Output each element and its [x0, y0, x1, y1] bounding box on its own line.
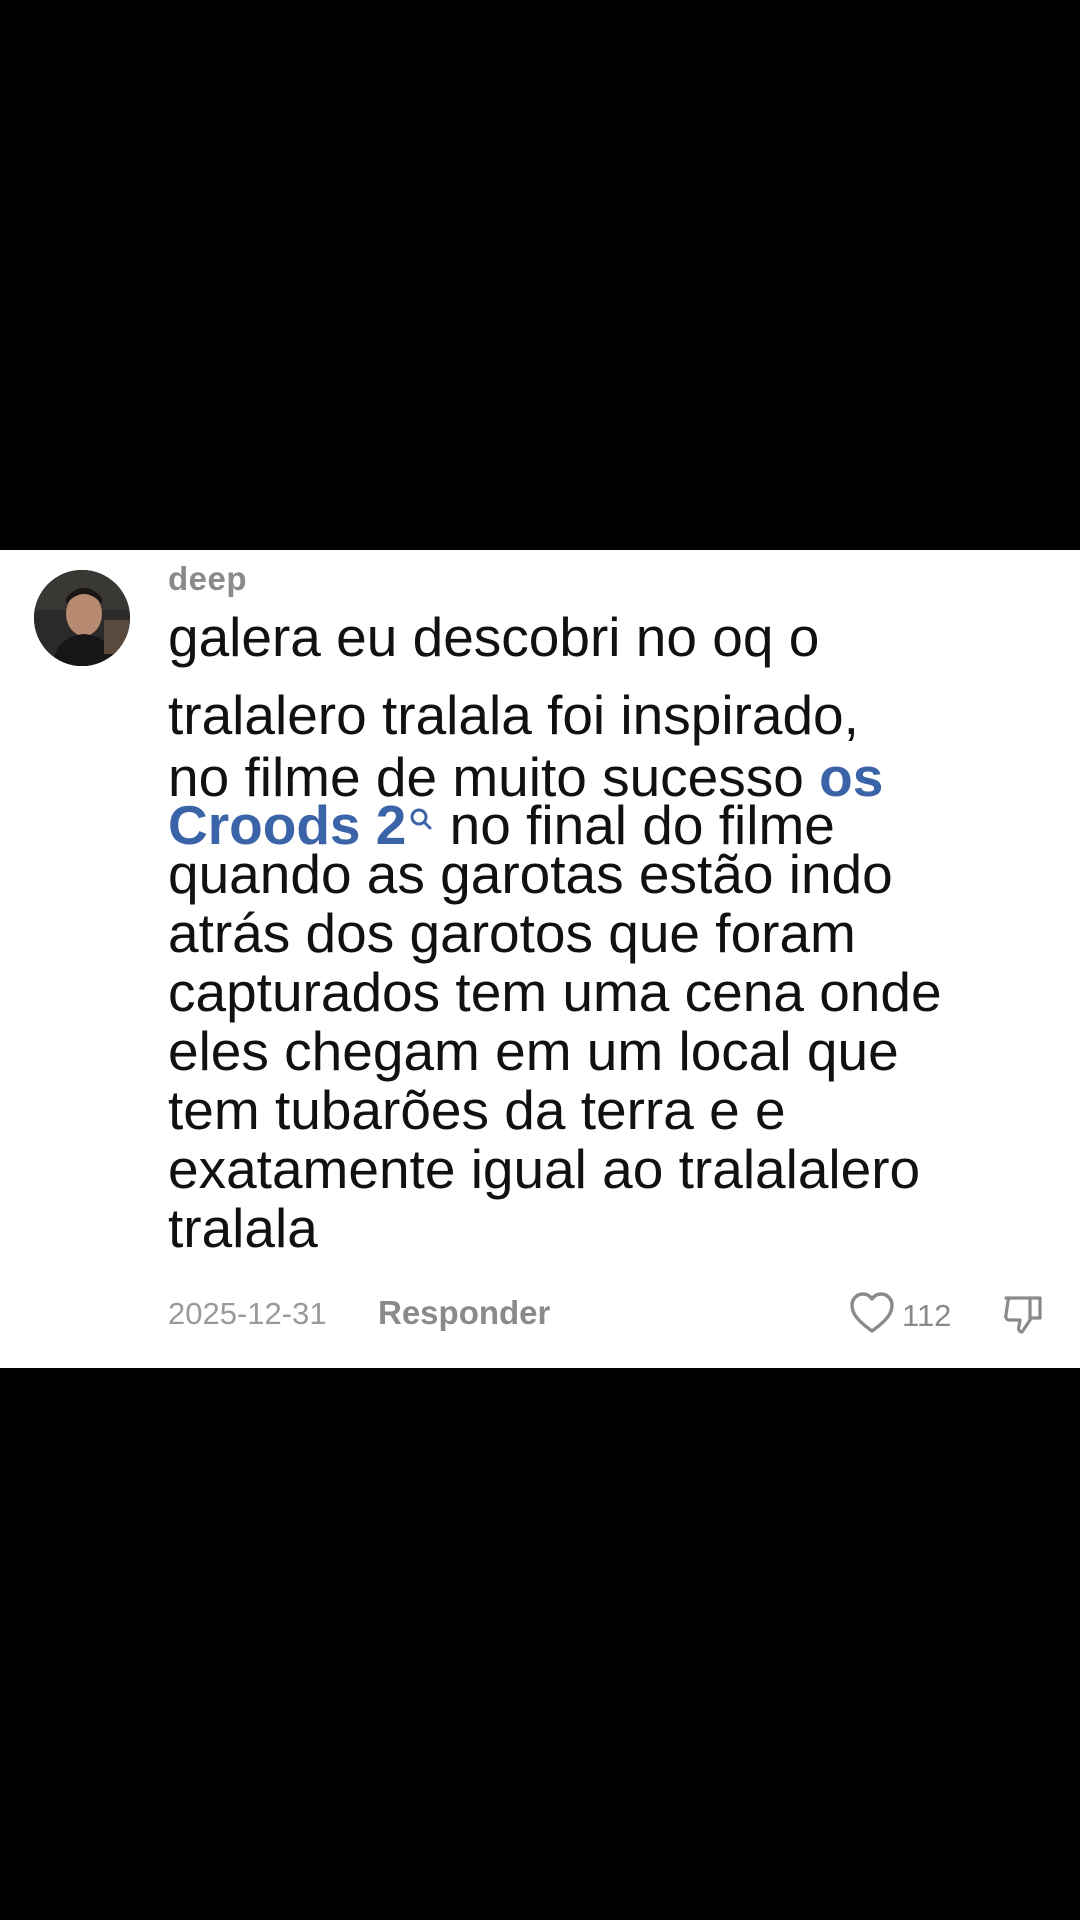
comment-line: tralalero tralala foi inspirado,: [168, 684, 859, 746]
avatar[interactable]: [34, 570, 130, 666]
comment-line: tem tubarões da terra e e: [168, 1079, 786, 1141]
comment-line: tralala: [168, 1197, 318, 1259]
comment-line: galera eu descobri no oq o: [168, 606, 820, 668]
heart-outline-icon: [850, 1292, 894, 1333]
comment-line: eles chegam em um local que: [168, 1020, 899, 1082]
comment-date: 2025-12-31: [168, 1296, 327, 1331]
comment-username[interactable]: deep: [168, 560, 247, 598]
reply-button[interactable]: Responder: [378, 1294, 550, 1332]
comment-line: capturados tem uma cena onde: [168, 961, 942, 1023]
comment-line: exatamente igual ao tralalalero: [168, 1138, 921, 1200]
thumbs-down-icon: [1004, 1296, 1042, 1334]
search-icon[interactable]: [408, 790, 434, 830]
like-button[interactable]: [848, 1290, 896, 1336]
like-count: 112: [902, 1298, 952, 1333]
comment-card: deep galera eu descobri no oq o tralaler…: [0, 550, 1080, 1368]
dislike-button[interactable]: [1000, 1290, 1048, 1338]
comment-footer: 2025-12-31 Responder 112: [168, 1290, 1048, 1340]
comment-line: quando as garotas estão indo: [168, 843, 893, 905]
screen: deep galera eu descobri no oq o tralaler…: [0, 0, 1080, 1920]
comment-line: atrás dos garotos que foram: [168, 902, 856, 964]
